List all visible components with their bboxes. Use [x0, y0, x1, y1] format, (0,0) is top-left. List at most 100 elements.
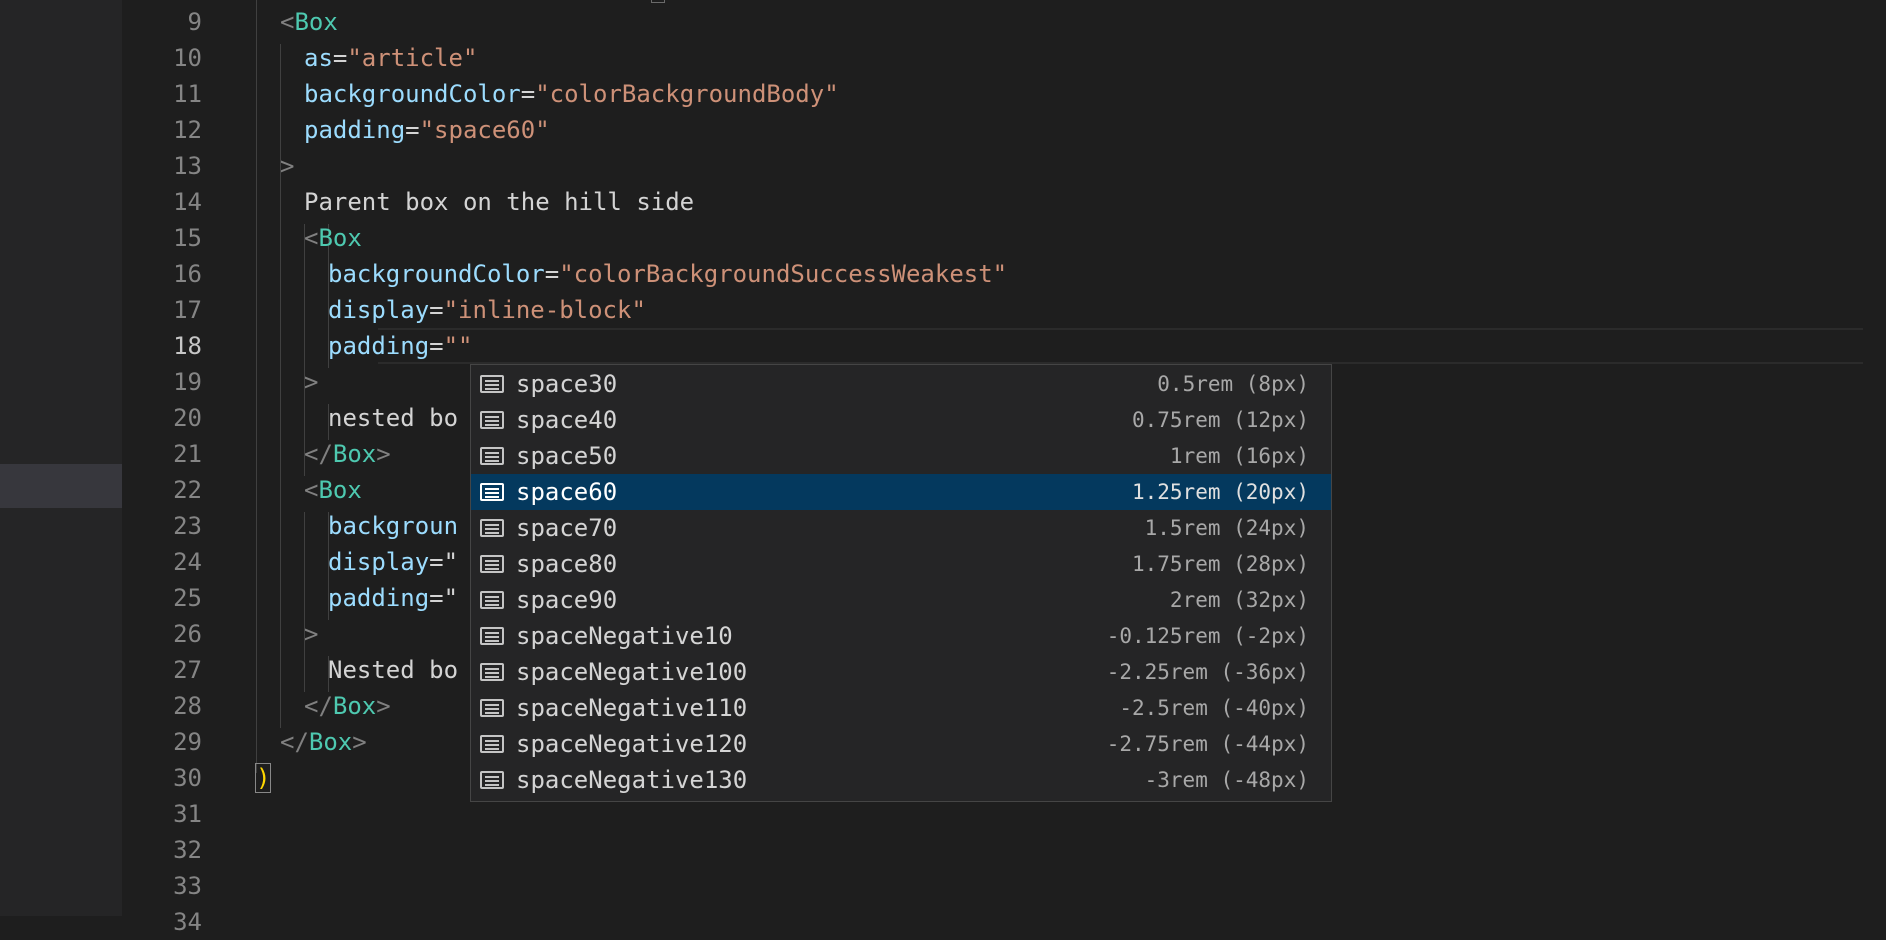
code-token: > — [304, 368, 319, 396]
code-token: =" — [429, 548, 459, 576]
line-number: 13 — [173, 152, 202, 180]
line-number: 34 — [173, 908, 202, 936]
suggestion-item[interactable]: space50 1rem (16px) — [471, 438, 1331, 474]
line-number: 19 — [173, 368, 202, 396]
line-number: 9 — [187, 8, 202, 36]
code-token: Nested bo — [328, 656, 459, 684]
suggestion-label: space40 — [516, 406, 618, 434]
code-line[interactable]: 13 > — [122, 148, 1886, 184]
suggestion-item[interactable]: spaceNegative100 -2.25rem (-36px) — [471, 654, 1331, 690]
line-code: > — [304, 364, 318, 400]
enum-member-icon — [480, 375, 504, 393]
code-line[interactable]: 16 backgroundColor="colorBackgroundSucces… — [122, 256, 1886, 292]
suggestion-label: space70 — [516, 514, 618, 542]
code-token: Parent box on the hill side — [304, 188, 695, 216]
code-token: display — [328, 296, 430, 324]
line-number: 29 — [173, 728, 202, 756]
line-code: </Box> — [304, 436, 391, 472]
fold-indicator-icon[interactable] — [651, 0, 665, 3]
line-number: 12 — [173, 116, 202, 144]
code-token: "article" — [347, 44, 478, 72]
suggestion-label: spaceNegative110 — [516, 694, 748, 722]
left-panel — [0, 0, 122, 916]
line-code: </Box> — [304, 688, 391, 724]
code-token: "colorBackgroundSuccessWeakest" — [559, 260, 1008, 288]
suggestion-item[interactable]: spaceNegative120 -2.75rem (-44px) — [471, 726, 1331, 762]
line-code: backgroun — [328, 508, 458, 544]
suggestion-item[interactable]: space90 2rem (32px) — [471, 582, 1331, 618]
code-token: = — [429, 296, 444, 324]
line-number: 23 — [173, 512, 202, 540]
suggestion-item[interactable]: spaceNegative130 -3rem (-48px) — [471, 762, 1331, 798]
suggestion-detail: 1.25rem (20px) — [1131, 480, 1309, 504]
line-number: 32 — [173, 836, 202, 864]
code-token: = — [429, 332, 444, 360]
code-token: > — [376, 692, 391, 720]
suggestion-label: spaceNegative100 — [516, 658, 748, 686]
code-token: > — [376, 440, 391, 468]
line-code: as="article" — [304, 40, 477, 76]
line-number: 18 — [173, 332, 202, 360]
code-token: = — [520, 80, 536, 108]
line-code: > — [304, 616, 318, 652]
line-code: Nested bo — [328, 652, 458, 688]
line-number: 21 — [173, 440, 202, 468]
line-number: 30 — [173, 764, 202, 792]
line-number: 10 — [173, 44, 202, 72]
suggestion-detail: -3rem (-48px) — [1144, 768, 1309, 792]
suggestion-item[interactable]: spaceNegative110 -2.5rem (-40px) — [471, 690, 1331, 726]
code-token: > — [280, 152, 295, 180]
suggestion-label: spaceNegative10 — [516, 622, 733, 650]
suggestion-item[interactable]: space40 0.75rem (12px) — [471, 402, 1331, 438]
enum-member-icon — [480, 771, 504, 789]
line-code: </Box> — [280, 724, 367, 760]
code-token: Box — [308, 728, 353, 756]
code-token: = — [332, 44, 348, 72]
line-code: display=" — [328, 544, 458, 580]
suggest-widget[interactable]: space30 0.5rem (8px) space40 0.75rem (12px)… — [470, 364, 1332, 802]
line-number: 25 — [173, 584, 202, 612]
code-token: = — [544, 260, 560, 288]
code-token: backgroundColor — [328, 260, 545, 288]
suggestion-item[interactable]: space70 1.5rem (24px) — [471, 510, 1331, 546]
code-line[interactable]: 9 <Box — [122, 4, 1886, 40]
suggestion-label: spaceNegative120 — [516, 730, 748, 758]
code-token: Box — [332, 440, 377, 468]
line-number: 20 — [173, 404, 202, 432]
panel-active-highlight — [0, 464, 122, 508]
code-token: backgroun — [328, 512, 459, 540]
suggestion-item[interactable]: space60 1.25rem (20px) — [471, 474, 1331, 510]
enum-member-icon — [480, 519, 504, 537]
code-line[interactable]: 10 as="article" — [122, 40, 1886, 76]
suggestion-item[interactable]: spaceNegative10 -0.125rem (-2px) — [471, 618, 1331, 654]
suggestion-detail: 2rem (32px) — [1169, 588, 1309, 612]
suggestion-label: space30 — [516, 370, 618, 398]
code-line[interactable]: 12 padding="space60" — [122, 112, 1886, 148]
enum-member-icon — [480, 411, 504, 429]
code-line[interactable]: 17 display="inline-block" — [122, 292, 1886, 328]
code-line[interactable]: 32 — [122, 832, 1886, 868]
code-token: "inline-block" — [443, 296, 646, 324]
code-token: < — [304, 224, 319, 252]
code-line[interactable]: 18 padding="" — [122, 328, 1886, 364]
line-number: 27 — [173, 656, 202, 684]
code-token: Box — [318, 224, 362, 252]
suggestion-item[interactable]: space30 0.5rem (8px) — [471, 366, 1331, 402]
code-token: = — [405, 116, 420, 144]
code-token: display — [328, 548, 430, 576]
code-line[interactable]: 11 backgroundColor="colorBackgroundBody" — [122, 76, 1886, 112]
code-line[interactable]: 33 — [122, 868, 1886, 904]
suggestion-detail: 0.5rem (8px) — [1157, 372, 1309, 396]
code-line[interactable]: 14 Parent box on the hill side — [122, 184, 1886, 220]
line-number: 28 — [173, 692, 202, 720]
suggestion-label: space90 — [516, 586, 618, 614]
code-token: "" — [443, 332, 473, 360]
code-token: </ — [280, 728, 309, 756]
line-code: nested bo — [328, 400, 458, 436]
code-line[interactable]: 15 <Box — [122, 220, 1886, 256]
enum-member-icon — [480, 663, 504, 681]
enum-member-icon — [480, 447, 504, 465]
enum-member-icon — [480, 735, 504, 753]
code-line[interactable]: 34 — [122, 904, 1886, 940]
suggestion-item[interactable]: space80 1.75rem (28px) — [471, 546, 1331, 582]
